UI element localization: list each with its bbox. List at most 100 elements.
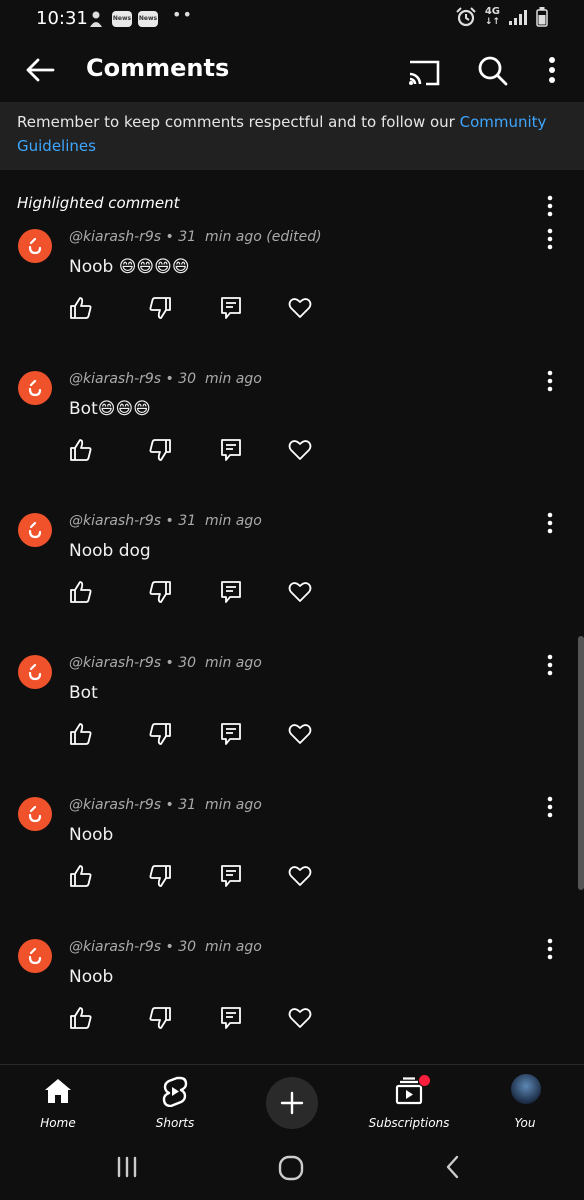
create-plus-icon [280, 1091, 304, 1115]
heart-icon[interactable] [287, 579, 313, 605]
reply-icon[interactable] [218, 721, 244, 747]
reply-icon[interactable] [218, 579, 244, 605]
shorts-icon [162, 1076, 188, 1107]
data-arrows-icon: ↓↑ [484, 17, 500, 27]
dislike-icon[interactable] [147, 579, 173, 605]
heart-icon[interactable] [287, 1005, 313, 1031]
home-button-icon[interactable] [277, 1154, 305, 1182]
comment-item: @kiarash-r9s • 31 min ago (edited) Noob … [0, 228, 584, 371]
dislike-icon[interactable] [147, 437, 173, 463]
dislike-icon[interactable] [147, 721, 173, 747]
system-nav-bar [0, 1136, 584, 1200]
dislike-icon[interactable] [147, 1005, 173, 1031]
android-settings-icon [90, 11, 102, 27]
comment-item: @kiarash-r9s • 31 min ago Noob dog [0, 512, 584, 655]
dislike-icon[interactable] [147, 295, 173, 321]
scrollbar[interactable] [578, 636, 584, 890]
search-icon[interactable] [474, 52, 510, 88]
heart-icon[interactable] [287, 721, 313, 747]
dislike-icon[interactable] [147, 863, 173, 889]
avatar-glyph-icon [28, 663, 42, 681]
avatar-glyph-icon [28, 521, 42, 539]
nav-shorts[interactable]: Shorts [120, 1071, 230, 1131]
more-vertical-icon[interactable] [536, 192, 564, 220]
notice-message: Remember to keep comments respectful and… [17, 113, 460, 131]
nav-you[interactable]: You [470, 1071, 580, 1131]
profile-avatar [511, 1074, 541, 1104]
more-vertical-icon[interactable] [536, 365, 564, 397]
comment-meta: @kiarash-r9s • 31 min ago [69, 513, 262, 529]
comment-meta: @kiarash-r9s • 30 min ago [69, 939, 262, 955]
more-vertical-icon[interactable] [536, 933, 564, 965]
more-vertical-icon[interactable] [536, 649, 564, 681]
bottom-nav: Home Shorts Subscriptions You [0, 1064, 584, 1137]
reply-icon[interactable] [218, 295, 244, 321]
commenter-avatar[interactable] [18, 371, 52, 405]
notification-dot [418, 1074, 431, 1087]
comment-text: Noob [69, 825, 114, 845]
home-icon [45, 1079, 71, 1103]
status-time: 10:31 [36, 8, 88, 29]
nav-you-label: You [514, 1116, 536, 1130]
highlighted-comment-label: Highlighted comment [17, 194, 180, 212]
commenter-avatar[interactable] [18, 797, 52, 831]
commenter-avatar[interactable] [18, 655, 52, 689]
like-icon[interactable] [68, 437, 94, 463]
commenter-avatar[interactable] [18, 513, 52, 547]
nav-home[interactable]: Home [3, 1071, 113, 1131]
status-dots: •• [172, 5, 193, 24]
heart-icon[interactable] [287, 863, 313, 889]
news-icon: News [112, 11, 132, 27]
network-indicator: 4G ↓↑ [484, 6, 500, 28]
like-icon[interactable] [68, 863, 94, 889]
commenter-avatar[interactable] [18, 229, 52, 263]
heart-icon[interactable] [287, 295, 313, 321]
community-notice: Remember to keep comments respectful and… [0, 102, 584, 170]
more-vertical-icon[interactable] [536, 223, 564, 255]
cast-icon[interactable] [406, 54, 442, 90]
top-bar: Comments [0, 38, 584, 102]
reply-icon[interactable] [218, 863, 244, 889]
comment-meta: @kiarash-r9s • 30 min ago [69, 655, 262, 671]
avatar-glyph-icon [28, 237, 42, 255]
reply-icon[interactable] [218, 1005, 244, 1031]
back-arrow-icon[interactable] [22, 52, 58, 88]
network-type: 4G [484, 6, 500, 17]
reply-icon[interactable] [218, 437, 244, 463]
nav-home-label: Home [40, 1116, 76, 1130]
status-right-icons: 4G ↓↑ [455, 7, 548, 27]
comment-item: @kiarash-r9s • 30 min ago Noob [0, 938, 584, 1081]
comment-item: @kiarash-r9s • 30 min ago Bot [0, 654, 584, 797]
heart-icon[interactable] [287, 437, 313, 463]
comment-text: Noob [69, 967, 114, 987]
page-title: Comments [86, 54, 230, 82]
comment-text: Bot [69, 683, 98, 703]
notice-text: Remember to keep comments respectful and… [17, 110, 567, 158]
signal-icon [509, 10, 527, 25]
recent-apps-icon[interactable] [114, 1154, 140, 1180]
nav-subscriptions[interactable]: Subscriptions [354, 1071, 464, 1131]
create-button[interactable] [266, 1077, 318, 1129]
comment-text: Bot😄😄😄 [69, 399, 151, 419]
status-bar: 10:31 News News •• 4G ↓↑ [0, 0, 584, 38]
like-icon[interactable] [68, 579, 94, 605]
battery-icon [536, 7, 548, 27]
nav-subscriptions-label: Subscriptions [368, 1116, 450, 1130]
like-icon[interactable] [68, 1005, 94, 1031]
like-icon[interactable] [68, 295, 94, 321]
comment-text: Noob dog [69, 541, 151, 561]
like-icon[interactable] [68, 721, 94, 747]
commenter-avatar[interactable] [18, 939, 52, 973]
back-icon[interactable] [440, 1154, 466, 1180]
comment-item: @kiarash-r9s • 31 min ago Noob [0, 796, 584, 939]
more-vertical-icon[interactable] [538, 52, 566, 88]
avatar-glyph-icon [28, 379, 42, 397]
comment-meta: @kiarash-r9s • 30 min ago [69, 371, 262, 387]
news-icon: News [138, 11, 158, 27]
more-vertical-icon[interactable] [536, 507, 564, 539]
comment-item: @kiarash-r9s • 30 min ago Bot😄😄😄 [0, 370, 584, 513]
nav-shorts-label: Shorts [155, 1116, 195, 1130]
alarm-icon [456, 7, 476, 27]
more-vertical-icon[interactable] [536, 791, 564, 823]
comment-meta: @kiarash-r9s • 31 min ago [69, 797, 262, 813]
